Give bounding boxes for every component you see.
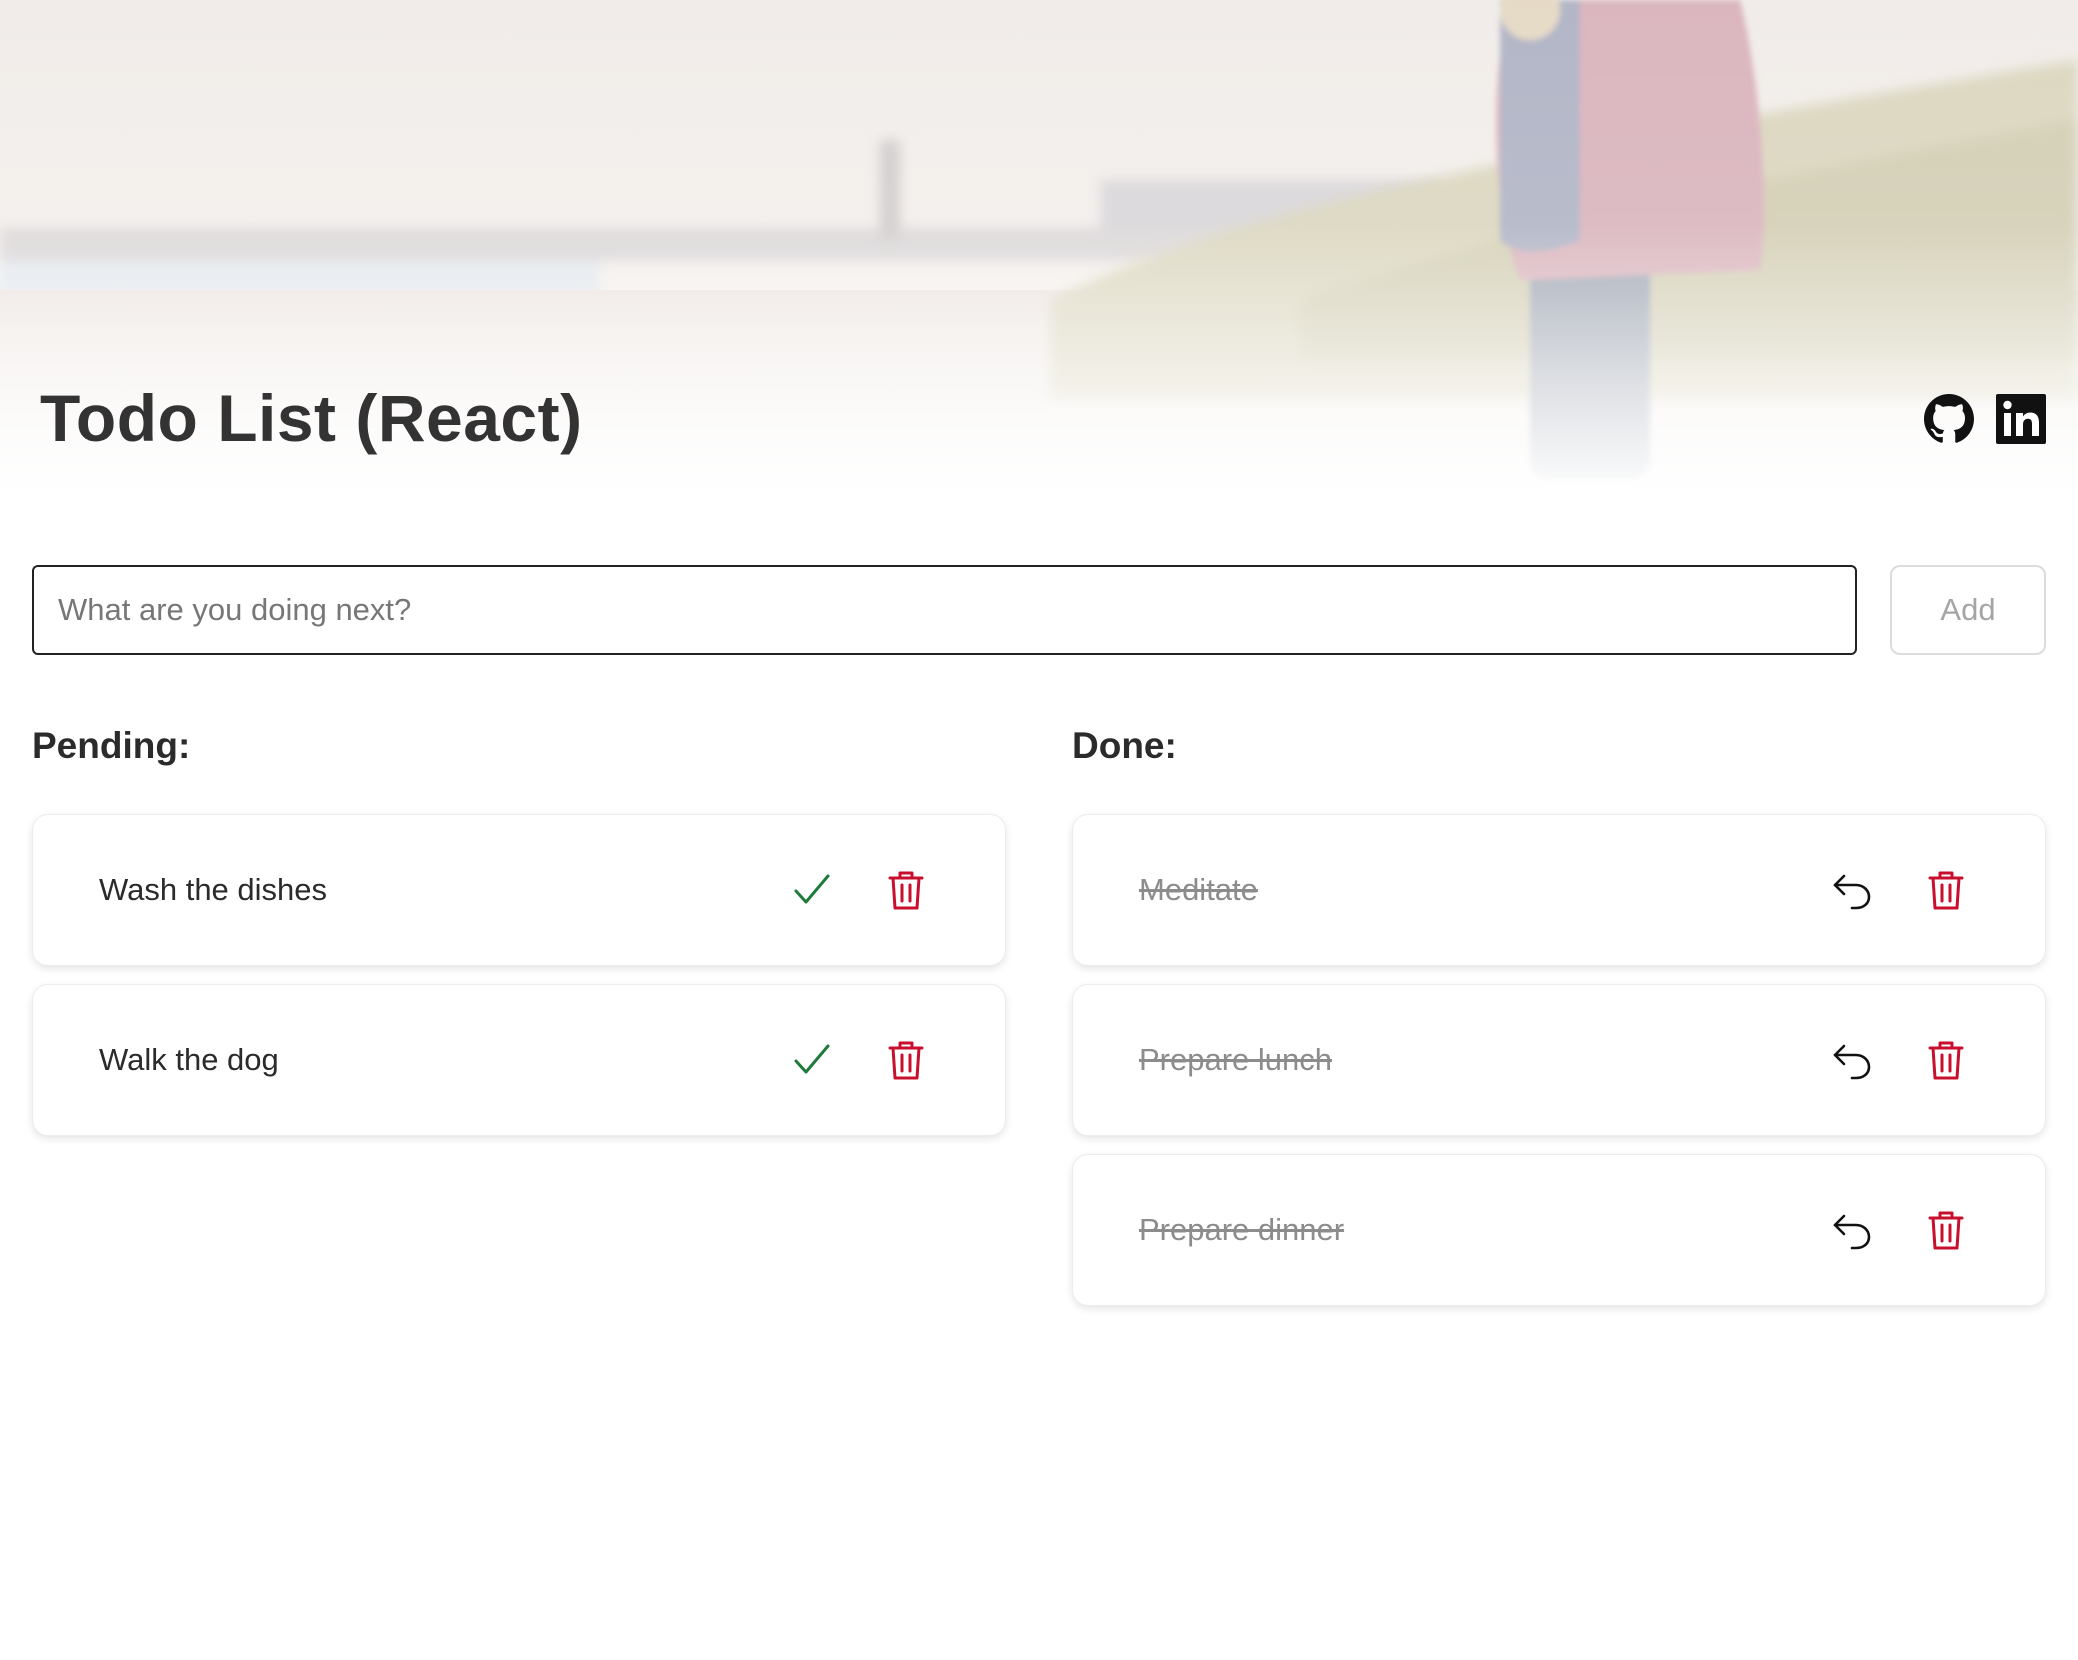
undo-icon [1833, 874, 1871, 910]
todo-text: Walk the dog [99, 1042, 279, 1077]
undo-button[interactable] [1827, 1205, 1877, 1255]
pending-list: Wash the dishes Walk the dog [32, 814, 1006, 1136]
trash-icon [888, 871, 924, 910]
undo-icon [1833, 1214, 1871, 1250]
todo-text: Meditate [1139, 872, 1258, 907]
linkedin-link[interactable] [1996, 394, 2046, 444]
delete-button[interactable] [1921, 865, 1971, 915]
delete-button[interactable] [881, 865, 931, 915]
pending-column: Pending: Wash the dishes Walk the dog [32, 720, 1006, 1136]
page-title: Todo List (React) [40, 381, 583, 455]
add-button[interactable]: Add [1890, 565, 2046, 655]
header: Todo List (React) [0, 0, 2078, 500]
complete-button[interactable] [787, 1035, 837, 1085]
undo-icon [1833, 1044, 1871, 1080]
check-icon [794, 874, 830, 904]
undo-button[interactable] [1827, 865, 1877, 915]
complete-button[interactable] [787, 865, 837, 915]
done-todo-card: Meditate [1072, 814, 2046, 966]
trash-icon [888, 1041, 924, 1080]
done-list: Meditate Prepare lunch Prepare dinner [1072, 814, 2046, 1306]
todo-text: Prepare dinner [1139, 1212, 1345, 1247]
delete-button[interactable] [1921, 1205, 1971, 1255]
done-column: Done: Meditate Prepare lunch Prepare din… [1072, 720, 2046, 1306]
todo-text: Wash the dishes [99, 872, 328, 907]
done-heading: Done: [1072, 725, 1177, 766]
trash-icon [1928, 1211, 1964, 1250]
pending-heading: Pending: [32, 725, 191, 766]
github-icon [1924, 394, 1974, 443]
pending-todo-card: Wash the dishes [32, 814, 1006, 966]
pending-todo-card: Walk the dog [32, 984, 1006, 1136]
delete-button[interactable] [1921, 1035, 1971, 1085]
todo-text: Prepare lunch [1139, 1042, 1333, 1077]
social-links [1924, 394, 2046, 444]
delete-button[interactable] [881, 1035, 931, 1085]
trash-icon [1928, 871, 1964, 910]
linkedin-icon [1996, 394, 2046, 444]
undo-button[interactable] [1827, 1035, 1877, 1085]
new-todo-form: Add [32, 565, 2046, 655]
new-todo-input[interactable] [32, 565, 1857, 655]
trash-icon [1928, 1041, 1964, 1080]
check-icon [794, 1044, 830, 1074]
github-link[interactable] [1924, 394, 1974, 444]
done-todo-card: Prepare lunch [1072, 984, 2046, 1136]
done-todo-card: Prepare dinner [1072, 1154, 2046, 1306]
